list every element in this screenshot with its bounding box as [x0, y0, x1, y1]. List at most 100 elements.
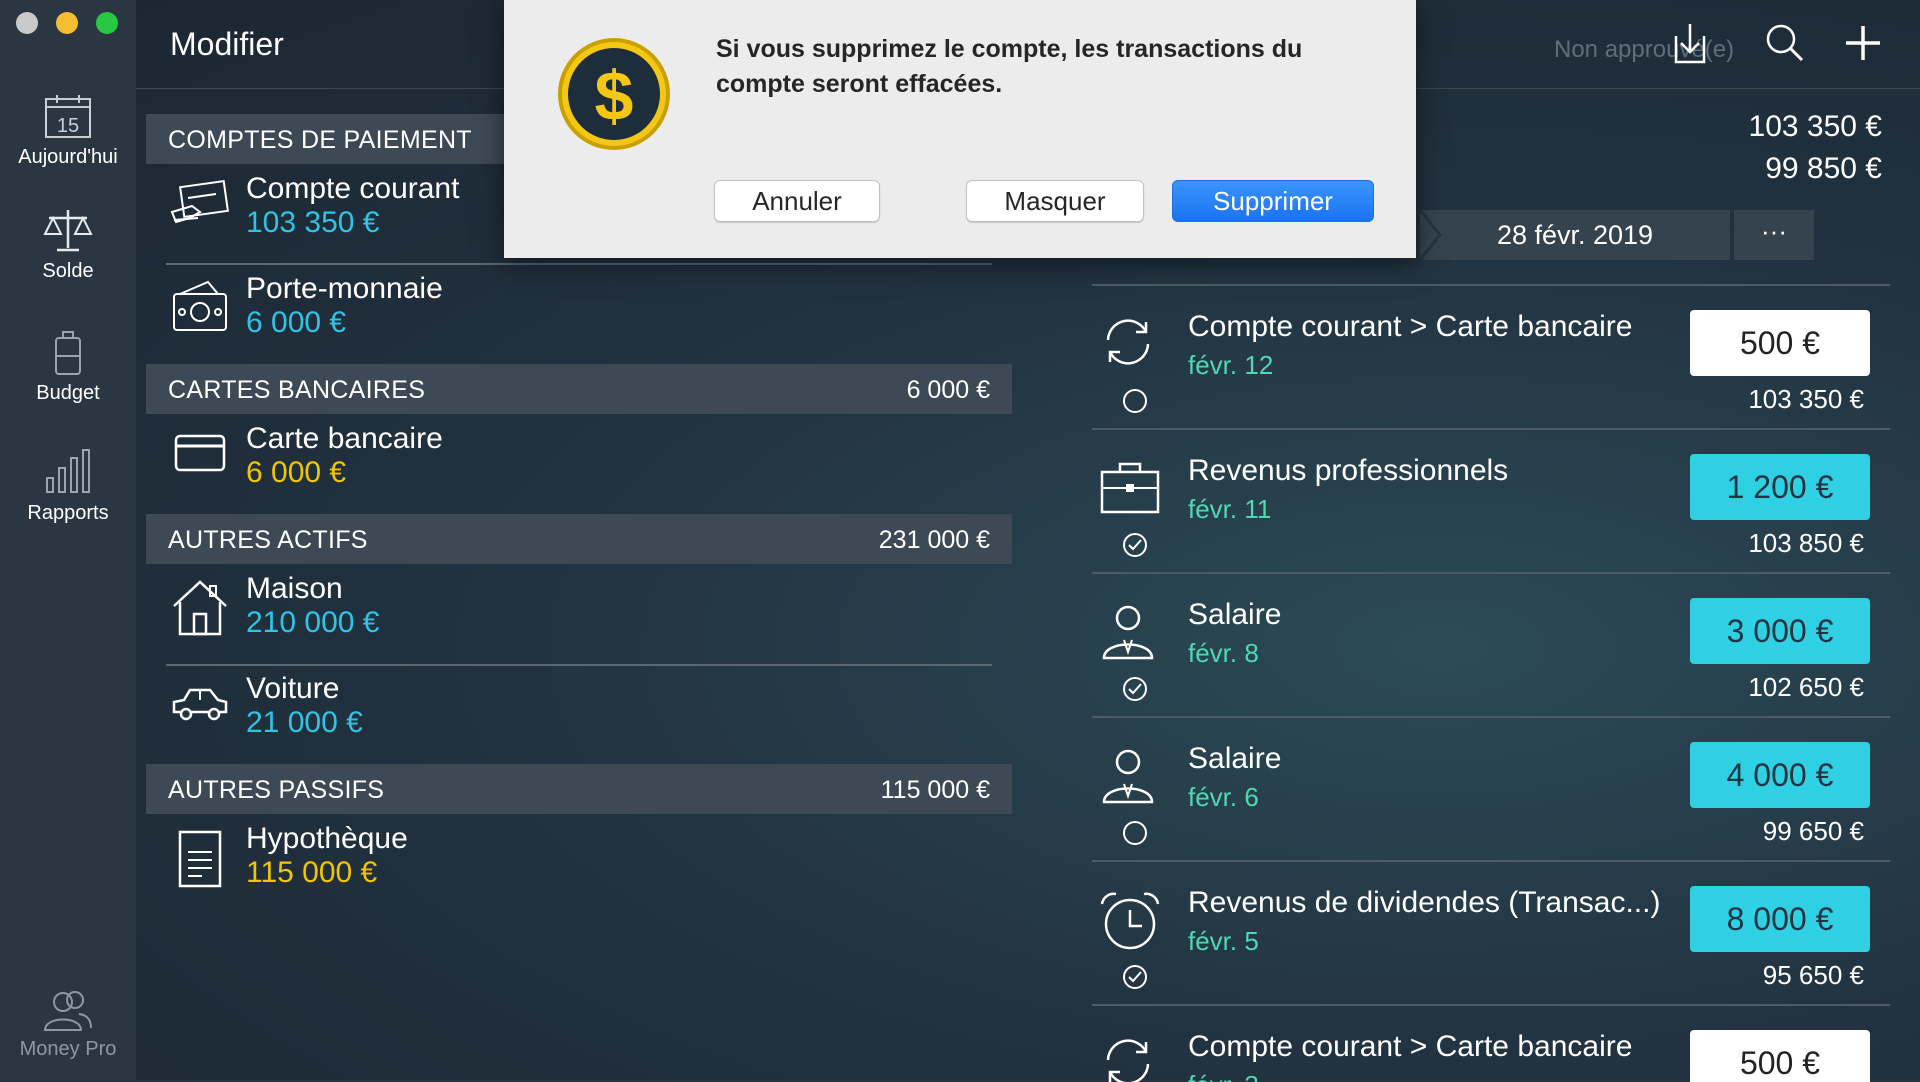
section-label: CARTES BANCAIRES	[168, 376, 426, 404]
sidebar-footer-label: Money Pro	[19, 1038, 117, 1060]
transaction-date: févr. 12	[1188, 350, 1274, 380]
zoom-window-button[interactable]	[96, 12, 118, 34]
account-house[interactable]: Maison 210 000 €	[166, 572, 992, 652]
sidebar-item-today[interactable]: 15 Aujourd'hui	[0, 94, 136, 169]
users-icon	[43, 991, 92, 1031]
account-name: Porte-monnaie	[246, 272, 443, 305]
account-name: Hypothèque	[246, 822, 408, 855]
reports-chart-icon	[46, 449, 90, 493]
divider	[166, 263, 992, 265]
calendar-icon: 15	[45, 95, 91, 138]
transaction-row[interactable]: Compte courant > Carte bancaire févr. 12…	[1092, 284, 1890, 430]
close-window-button[interactable]	[16, 12, 38, 34]
app-window: 15 Aujourd'hui Solde Budget Rapports Mon…	[0, 0, 1920, 1082]
section-header-cards[interactable]: CARTES BANCAIRES 6 000 €	[146, 364, 1012, 414]
account-value: 21 000 €	[246, 706, 363, 739]
transaction-amount: 8 000 €	[1690, 886, 1870, 952]
balance-projected: 99 850 €	[1765, 152, 1882, 185]
transaction-date: févr. 3	[1188, 1070, 1259, 1082]
more-button[interactable]: ···	[1734, 210, 1814, 260]
account-value: 6 000 €	[246, 456, 347, 489]
status-unchecked-icon[interactable]	[1122, 820, 1148, 846]
transaction-name: Compte courant > Carte bancaire	[1188, 1030, 1633, 1063]
calendar-day: 15	[57, 115, 79, 137]
cancel-button[interactable]: Annuler	[714, 180, 880, 222]
section-label: AUTRES PASSIFS	[168, 776, 385, 804]
alarm-clock-icon	[1100, 892, 1160, 950]
status-checked-icon[interactable]	[1122, 532, 1148, 558]
transaction-name: Revenus de dividendes (Transac...)	[1188, 886, 1661, 919]
transaction-amount: 4 000 €	[1690, 742, 1870, 808]
delete-button[interactable]: Supprimer	[1172, 180, 1374, 222]
transaction-date: févr. 6	[1188, 782, 1259, 812]
transaction-amount: 1 200 €	[1690, 454, 1870, 520]
sidebar-item-reports[interactable]: Rapports	[0, 446, 136, 525]
transaction-amount: 500 €	[1690, 310, 1870, 376]
account-name: Voiture	[246, 672, 340, 705]
transaction-date: févr. 5	[1188, 926, 1259, 956]
account-name: Carte bancaire	[246, 422, 443, 455]
sidebar-item-label: Solde	[42, 260, 94, 282]
running-balance: 99 650 €	[1762, 816, 1864, 846]
transaction-row[interactable]: Revenus professionnels févr. 11 1 200 € …	[1092, 428, 1890, 574]
transaction-row[interactable]: Revenus de dividendes (Transac...) févr.…	[1092, 860, 1890, 1006]
car-icon	[172, 688, 228, 721]
running-balance: 103 850 €	[1748, 528, 1864, 558]
house-icon	[173, 580, 227, 636]
running-balance: 102 650 €	[1748, 672, 1864, 702]
wallet-cash-icon	[173, 280, 227, 331]
section-header-liabilities[interactable]: AUTRES PASSIFS 115 000 €	[146, 764, 1012, 814]
account-wallet[interactable]: Porte-monnaie 6 000 €	[166, 272, 992, 352]
section-header-assets[interactable]: AUTRES ACTIFS 231 000 €	[146, 514, 1012, 564]
status-checked-icon[interactable]	[1122, 676, 1148, 702]
date-selector[interactable]: 28 févr. 2019	[1420, 210, 1730, 260]
transaction-name: Salaire	[1188, 742, 1282, 775]
transaction-row[interactable]: Salaire févr. 8 3 000 € 102 650 €	[1092, 572, 1890, 718]
page-title: Modifier	[170, 26, 284, 62]
balance-scale-icon	[43, 210, 93, 252]
credit-card-icon	[174, 434, 226, 472]
dollar-coin-icon: $	[558, 38, 670, 150]
account-value: 115 000 €	[246, 856, 378, 889]
section-total: 6 000 €	[906, 376, 990, 404]
status-unchecked-icon[interactable]	[1122, 388, 1148, 414]
document-icon	[178, 830, 222, 888]
sidebar: 15 Aujourd'hui Solde Budget Rapports Mon…	[0, 0, 136, 1080]
transaction-date: févr. 8	[1188, 638, 1259, 668]
hide-button[interactable]: Masquer	[966, 180, 1144, 222]
transaction-date: févr. 11	[1188, 494, 1272, 524]
search-icon[interactable]	[1764, 22, 1806, 64]
sidebar-item-budget[interactable]: Budget	[0, 330, 136, 405]
sidebar-item-label: Budget	[36, 382, 100, 404]
section-label: COMPTES DE PAIEMENT	[168, 126, 472, 154]
account-value: 6 000 €	[246, 306, 347, 339]
sidebar-money-pro[interactable]: Money Pro	[0, 988, 136, 1061]
minimize-window-button[interactable]	[56, 12, 78, 34]
person-icon	[1102, 749, 1154, 804]
transaction-name: Salaire	[1188, 598, 1282, 631]
add-icon[interactable]	[1842, 22, 1884, 64]
account-name: Compte courant	[246, 172, 460, 205]
check-card-icon	[170, 179, 230, 224]
account-car[interactable]: Voiture 21 000 €	[166, 672, 992, 752]
date-label: 28 févr. 2019	[1496, 220, 1654, 250]
download-icon[interactable]	[1670, 22, 1710, 66]
transaction-row[interactable]: Compte courant > Carte bancaire févr. 3 …	[1092, 1004, 1890, 1082]
status-checked-icon[interactable]	[1122, 964, 1148, 990]
svg-text:$: $	[595, 57, 634, 135]
running-balance: 95 650 €	[1762, 960, 1864, 990]
account-mortgage[interactable]: Hypothèque 115 000 €	[166, 822, 992, 902]
delete-account-dialog: $ Si vous supprimez le compte, les trans…	[504, 0, 1416, 258]
account-value: 103 350 €	[246, 206, 380, 239]
transaction-row[interactable]: Salaire févr. 6 4 000 € 99 650 €	[1092, 716, 1890, 862]
budget-icon	[55, 331, 81, 375]
person-icon	[1102, 605, 1154, 660]
transfer-icon	[1106, 1039, 1150, 1082]
dialog-message: Si vous supprimez le compte, les transac…	[716, 35, 1303, 98]
divider	[166, 664, 992, 666]
sidebar-item-balance[interactable]: Solde	[0, 206, 136, 283]
transaction-amount: 3 000 €	[1690, 598, 1870, 664]
transaction-name: Compte courant > Carte bancaire	[1188, 310, 1633, 343]
transfer-icon	[1106, 319, 1150, 365]
account-credit-card[interactable]: Carte bancaire 6 000 €	[166, 422, 992, 502]
